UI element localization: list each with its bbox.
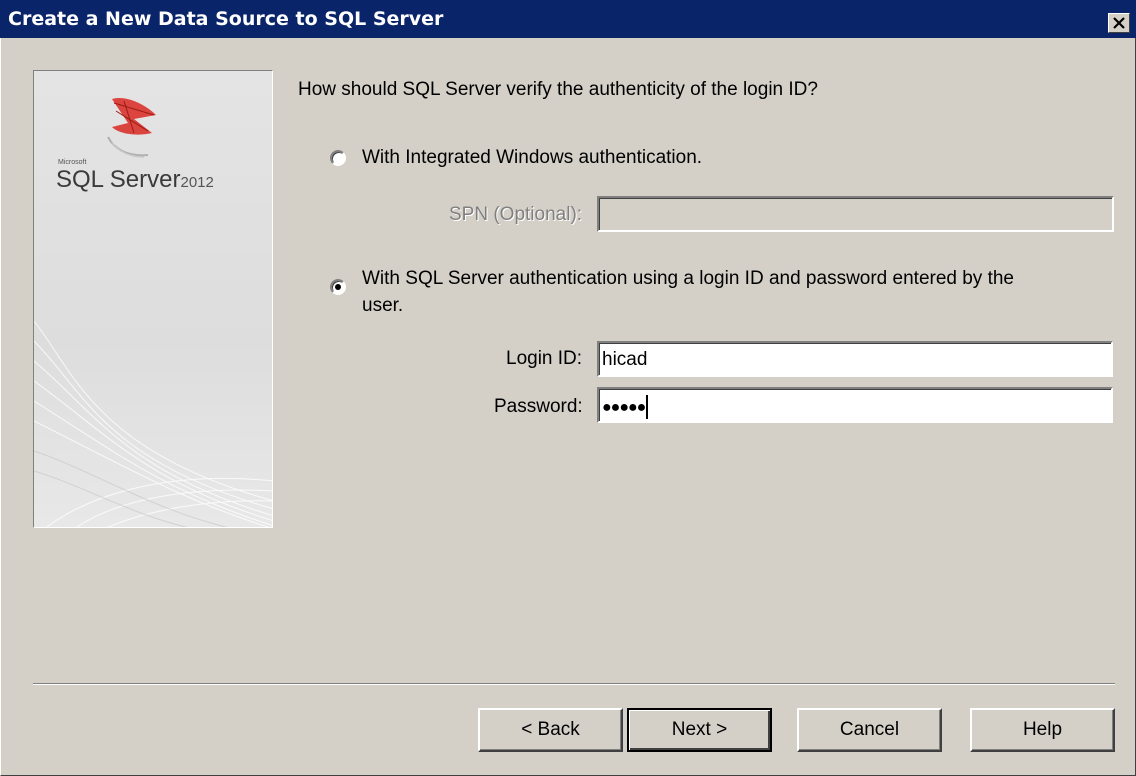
cancel-button[interactable]: Cancel (797, 708, 942, 752)
logo-microsoft-text: Microsoft (58, 159, 87, 166)
windows-auth-radio[interactable] (330, 150, 346, 166)
sql-auth-radio[interactable] (330, 279, 346, 295)
window-title: Create a New Data Source to SQL Server (8, 8, 444, 30)
login-id-label: Login ID: (506, 348, 583, 369)
radio-selected-dot (335, 284, 341, 290)
close-icon (1113, 17, 1125, 29)
next-button[interactable]: Next > (627, 708, 772, 752)
back-button[interactable]: < Back (478, 708, 623, 752)
help-button[interactable]: Help (970, 708, 1115, 752)
title-bar: Create a New Data Source to SQL Server (0, 0, 1136, 38)
logo-product-text: SQL Server2012 (56, 166, 214, 193)
sql-auth-label-line1[interactable]: With SQL Server authentication using a l… (362, 268, 1014, 290)
close-button[interactable] (1108, 13, 1130, 33)
password-input[interactable]: ●●●●● (597, 387, 1113, 423)
spn-input[interactable] (597, 196, 1114, 232)
side-panel: Microsoft SQL Server2012 (33, 70, 273, 528)
button-divider (33, 683, 1115, 685)
question-text: How should SQL Server verify the authent… (298, 79, 818, 100)
sql-auth-label-line2[interactable]: user. (362, 295, 403, 317)
password-label: Password: (494, 396, 583, 417)
login-id-input[interactable]: hicad (597, 341, 1113, 377)
text-caret (646, 395, 649, 419)
spn-label: SPN (Optional): (449, 204, 583, 225)
windows-auth-label[interactable]: With Integrated Windows authentication. (362, 147, 702, 169)
sql-server-logo-icon (107, 97, 156, 158)
